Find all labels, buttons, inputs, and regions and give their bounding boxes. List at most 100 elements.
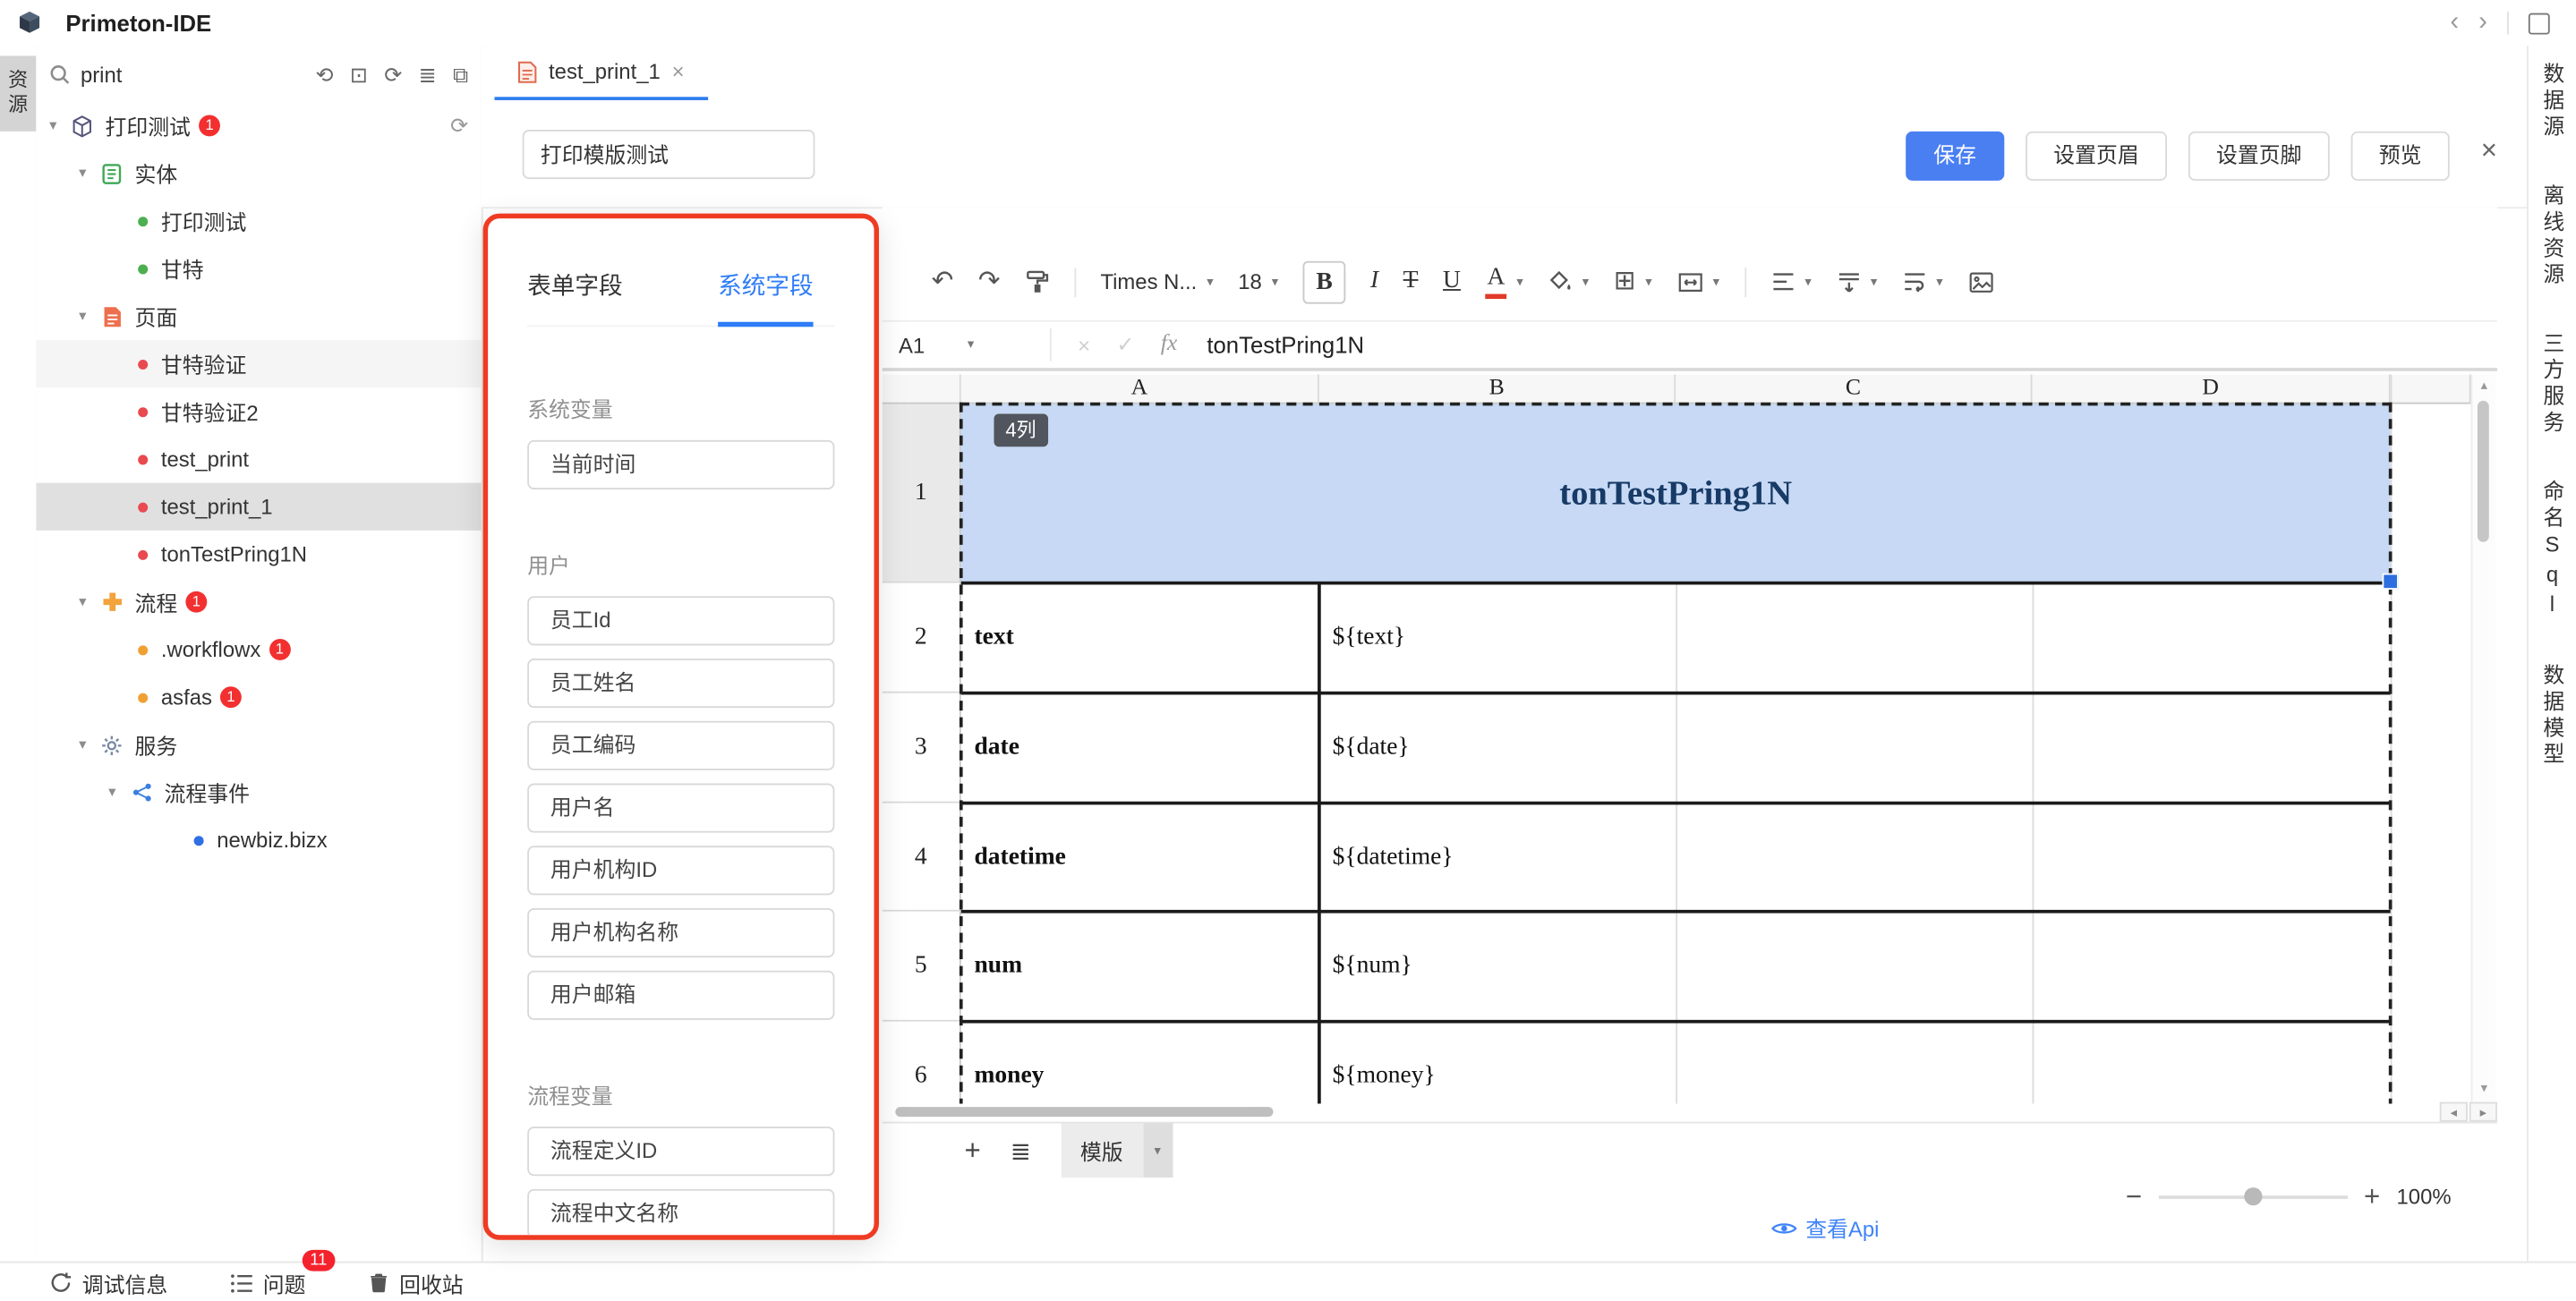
field-chip-username[interactable]: 用户名 bbox=[527, 784, 834, 833]
tree-item-entity[interactable]: 甘特 bbox=[36, 244, 481, 292]
tree-item-page-selected[interactable]: test_print_1 bbox=[36, 483, 481, 531]
strip-tab-data-source[interactable]: 数据源 bbox=[2537, 63, 2568, 141]
sheet-tab-menu[interactable]: ▾ bbox=[1143, 1123, 1173, 1178]
tab-close-icon[interactable]: × bbox=[672, 59, 685, 84]
vertical-scrollbar[interactable]: ▴ ▾ bbox=[2471, 374, 2496, 1103]
tree-item-workflows[interactable]: ▾ 流程 1 bbox=[36, 578, 481, 625]
new-file-icon[interactable]: ⧉ bbox=[449, 64, 471, 85]
horizontal-align-button[interactable]: ▾ bbox=[1770, 271, 1812, 293]
strip-tab-offline-resources[interactable]: 离线资源 bbox=[2537, 184, 2568, 289]
format-painter-icon[interactable] bbox=[1025, 269, 1050, 294]
nav-back-icon[interactable]: ‹ bbox=[2450, 10, 2459, 36]
merged-cell-A1[interactable]: tonTestPring1N bbox=[961, 404, 2391, 583]
strip-tab-third-party[interactable]: 三方服务 bbox=[2537, 332, 2568, 437]
cell-B6[interactable]: ${money} bbox=[1319, 1022, 1976, 1104]
borders-button[interactable]: ⊞ ▾ bbox=[1614, 268, 1652, 294]
cell-name-box[interactable]: A1 ▾ bbox=[883, 328, 1052, 361]
scroll-left-button[interactable]: ◂ bbox=[2440, 1102, 2468, 1122]
field-chip-org-name[interactable]: 用户机构名称 bbox=[527, 908, 834, 957]
expander-icon[interactable]: ▾ bbox=[79, 736, 98, 753]
insert-image-icon[interactable] bbox=[1967, 270, 1993, 293]
recycle-bin-item[interactable]: 回收站 bbox=[368, 1267, 463, 1298]
tree-item-workflow[interactable]: asfas 1 bbox=[36, 674, 481, 721]
tree-item-page[interactable]: 甘特验证 bbox=[36, 340, 481, 387]
cell-B5[interactable]: ${num} bbox=[1319, 912, 1976, 1022]
cell-A3[interactable]: date bbox=[961, 693, 1319, 804]
tree-item-page[interactable]: test_print bbox=[36, 435, 481, 482]
tab-system-fields[interactable]: 系统字段 bbox=[718, 268, 813, 327]
zoom-out-icon[interactable]: − bbox=[2126, 1183, 2142, 1211]
sync-icon[interactable]: ⟲ bbox=[312, 64, 337, 85]
function-icon[interactable]: fx bbox=[1161, 332, 1178, 358]
field-chip-employee-code[interactable]: 员工编码 bbox=[527, 721, 834, 770]
zoom-slider[interactable] bbox=[2159, 1195, 2348, 1198]
font-color-button[interactable]: A ▾ bbox=[1485, 265, 1523, 298]
cell-B2[interactable]: ${text} bbox=[1319, 583, 1976, 693]
undo-icon[interactable]: ↶ bbox=[932, 268, 954, 294]
confirm-entry-icon[interactable]: ✓ bbox=[1116, 332, 1134, 358]
sheet-tab-template[interactable]: 模版 ▾ bbox=[1061, 1123, 1173, 1178]
field-chip-org-id[interactable]: 用户机构ID bbox=[527, 846, 834, 895]
save-button[interactable]: 保存 bbox=[1906, 132, 2004, 181]
layout-toggle-icon[interactable] bbox=[2529, 13, 2550, 34]
row-header-2[interactable]: 2 bbox=[883, 583, 961, 693]
strip-tab-named-sql[interactable]: 命名Sql bbox=[2537, 480, 2568, 621]
fill-color-button[interactable]: ▾ bbox=[1548, 269, 1589, 294]
redo-icon[interactable]: ↷ bbox=[978, 268, 1001, 294]
cell-A5[interactable]: num bbox=[961, 912, 1319, 1022]
nav-forward-icon[interactable]: › bbox=[2478, 10, 2487, 36]
sheet-list-icon[interactable]: ≣ bbox=[1011, 1135, 1031, 1165]
tab-form-fields[interactable]: 表单字段 bbox=[527, 268, 622, 325]
locate-icon[interactable]: ⊡ bbox=[346, 64, 371, 85]
field-chip-employee-id[interactable]: 员工Id bbox=[527, 596, 834, 645]
horizontal-scroll-thumb[interactable] bbox=[895, 1107, 1273, 1117]
column-header-D[interactable]: D bbox=[2033, 374, 2391, 404]
row-header-4[interactable]: 4 bbox=[883, 804, 961, 912]
grid-corner[interactable] bbox=[883, 374, 961, 404]
strikethrough-icon[interactable]: T bbox=[1403, 269, 1419, 294]
field-chip-flow-cn-name[interactable]: 流程中文名称 bbox=[527, 1189, 834, 1238]
tree-item-entity[interactable]: 打印测试 bbox=[36, 197, 481, 244]
column-header-B[interactable]: B bbox=[1319, 374, 1676, 404]
cell-A6[interactable]: money bbox=[961, 1022, 1319, 1104]
font-size-select[interactable]: 18 ▾ bbox=[1238, 269, 1278, 294]
row-header-6[interactable]: 6 bbox=[883, 1022, 961, 1104]
tree-item-flow-events[interactable]: ▾ 流程事件 bbox=[36, 769, 481, 816]
tree-item-workflow[interactable]: .workflowx 1 bbox=[36, 625, 481, 673]
field-chip-flow-def-id[interactable]: 流程定义ID bbox=[527, 1127, 834, 1176]
font-family-select[interactable]: Times N... ▾ bbox=[1100, 269, 1213, 294]
search-input[interactable]: print bbox=[81, 62, 122, 87]
set-page-footer-button[interactable]: 设置页脚 bbox=[2188, 132, 2330, 181]
row-header-5[interactable]: 5 bbox=[883, 912, 961, 1022]
set-page-header-button[interactable]: 设置页眉 bbox=[2026, 132, 2167, 181]
template-name-input[interactable]: 打印模版测试 bbox=[523, 130, 815, 179]
expander-icon[interactable]: ▾ bbox=[49, 116, 69, 134]
zoom-in-icon[interactable]: + bbox=[2364, 1183, 2380, 1211]
field-chip-user-email[interactable]: 用户邮箱 bbox=[527, 971, 834, 1020]
row-header-1[interactable]: 1 bbox=[883, 404, 961, 583]
refresh-icon[interactable]: ⟳ bbox=[381, 64, 405, 85]
column-header-C[interactable]: C bbox=[1676, 374, 2032, 404]
italic-icon[interactable]: I bbox=[1370, 269, 1378, 294]
scroll-down-icon[interactable]: ▾ bbox=[2472, 1081, 2495, 1096]
view-api-link[interactable]: 查看Api bbox=[1771, 1212, 1880, 1244]
cell-B4[interactable]: ${datetime} bbox=[1319, 804, 1976, 912]
expander-icon[interactable]: ▾ bbox=[79, 165, 98, 183]
cell-B3[interactable]: ${date} bbox=[1319, 693, 1976, 804]
expander-icon[interactable]: ▾ bbox=[79, 593, 98, 611]
zoom-slider-handle[interactable] bbox=[2243, 1186, 2261, 1204]
tab-test-print-1[interactable]: test_print_1 × bbox=[494, 46, 707, 100]
tree-item-page[interactable]: tonTestPring1N bbox=[36, 531, 481, 578]
cell-A2[interactable]: text bbox=[961, 583, 1319, 693]
field-chip-current-time[interactable]: 当前时间 bbox=[527, 440, 834, 489]
scroll-right-button[interactable]: ▸ bbox=[2469, 1102, 2497, 1122]
cancel-entry-icon[interactable]: × bbox=[1078, 333, 1090, 358]
project-sync-icon[interactable]: ⟳ bbox=[450, 113, 468, 139]
scroll-up-icon[interactable]: ▴ bbox=[2472, 378, 2495, 393]
vertical-scroll-thumb[interactable] bbox=[2478, 401, 2489, 542]
tree-item-event[interactable]: newbiz.bizx bbox=[36, 816, 481, 863]
add-sheet-icon[interactable]: + bbox=[964, 1134, 980, 1167]
preview-button[interactable]: 预览 bbox=[2351, 132, 2450, 181]
formula-input[interactable]: tonTestPring1N bbox=[1207, 332, 1364, 358]
bold-button[interactable]: B bbox=[1303, 260, 1346, 303]
